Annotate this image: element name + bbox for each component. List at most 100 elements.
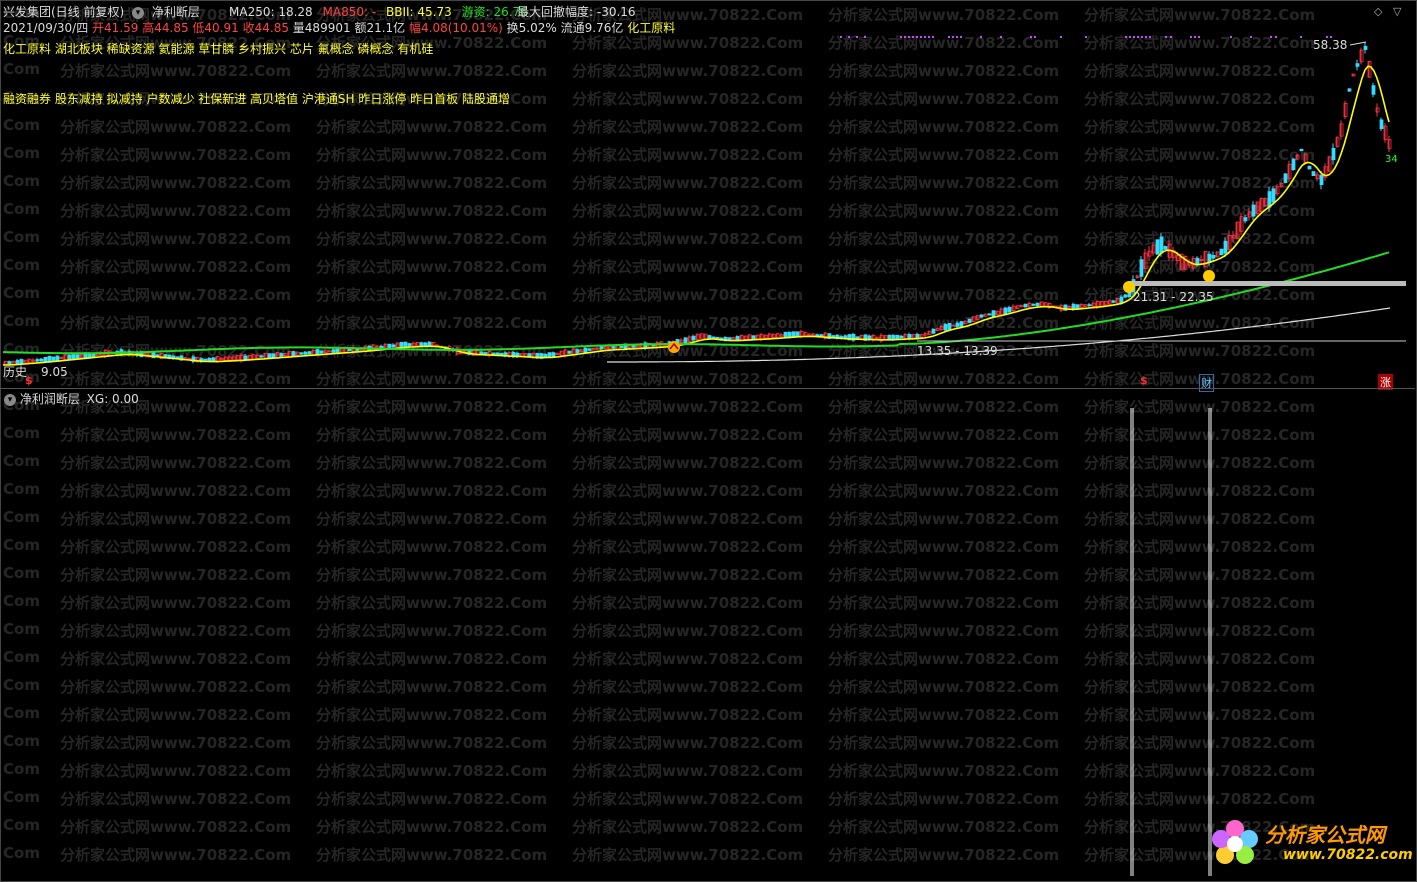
header-row: 兴发集团(日线 前复权) ▾ 净利断层 — [3, 3, 204, 20]
candle-body — [211, 357, 216, 362]
quote-close: 收44.85 — [242, 21, 289, 35]
signal-dot — [920, 36, 922, 38]
candle-body — [75, 354, 80, 359]
signal-dot — [1129, 36, 1131, 38]
signal-dot — [848, 36, 850, 38]
dividend-marker-1[interactable]: $ — [25, 374, 33, 387]
signal-dot — [864, 36, 866, 38]
dividend-marker-2[interactable]: $ — [1140, 374, 1148, 387]
range-label-upper: 21.31 - 22.35 — [1133, 290, 1214, 304]
candle-body — [819, 334, 824, 337]
candle-body — [1023, 303, 1028, 308]
candle-body — [691, 335, 696, 341]
signal-dot — [1165, 36, 1167, 38]
signal-dot — [908, 36, 910, 38]
candle-body — [587, 348, 592, 351]
candle-body — [259, 355, 264, 358]
ma850-value: MA850: - — [322, 5, 377, 19]
signal-dot — [856, 36, 858, 38]
signal-dot — [980, 36, 982, 38]
candle-body — [575, 349, 580, 354]
candle-body — [959, 321, 964, 327]
chevron-down-icon[interactable]: ▾ — [132, 6, 145, 19]
main-price-chart[interactable] — [0, 0, 1410, 388]
candle-body — [567, 350, 572, 354]
signal-dot — [1190, 36, 1192, 38]
candle-body — [419, 342, 424, 347]
candle-body — [1311, 171, 1316, 177]
quote-amount: 额21.1亿 — [354, 21, 406, 35]
candle-body — [495, 352, 500, 356]
flower-logo-icon — [1212, 820, 1258, 864]
signal-dot — [952, 36, 954, 38]
signal-dot — [924, 36, 926, 38]
candle-body — [1363, 46, 1368, 50]
sub-indicator-title[interactable]: 净利润断层 — [20, 392, 80, 406]
chevron-down-icon[interactable]: ▾ — [4, 393, 16, 406]
candle-body — [1123, 294, 1128, 298]
candle-body — [39, 358, 44, 362]
range-label-lower: 13.35 - 13.39 — [917, 344, 998, 358]
candle-body — [955, 322, 960, 327]
candle-body — [67, 354, 72, 360]
signal-dot — [1194, 36, 1196, 38]
signal-dot — [1275, 36, 1277, 38]
candle-body — [1291, 158, 1296, 171]
signal-dot — [1137, 36, 1139, 38]
candle-body — [727, 337, 732, 340]
indicator-name[interactable]: 净利断层 — [152, 5, 200, 19]
signal-dot — [1000, 36, 1002, 38]
candle-body — [347, 348, 352, 352]
net-profit-gap-chart[interactable] — [0, 388, 1410, 878]
signal-dot — [1034, 36, 1036, 38]
logo-name: 分析家公式网 — [1265, 823, 1385, 847]
signal-dot — [932, 36, 934, 38]
candle-body — [611, 346, 616, 349]
diamond-icon[interactable]: ◇ — [1374, 5, 1382, 18]
candle-body — [55, 355, 60, 362]
signal-dot — [904, 36, 906, 38]
support-band — [1128, 281, 1406, 286]
candle-body — [583, 347, 588, 353]
signal-dot — [840, 36, 842, 38]
candle-body — [427, 341, 432, 347]
candle-body — [815, 334, 820, 337]
candle-body — [491, 352, 496, 355]
candle-body — [483, 352, 488, 355]
candle-body — [899, 335, 904, 339]
quote-change: 幅4.08(10.01%) — [409, 21, 503, 35]
candle-body — [407, 343, 412, 347]
candle-body — [599, 346, 604, 350]
triangle-down-icon[interactable]: ▽ — [1393, 5, 1401, 18]
candle-body — [1251, 204, 1256, 217]
quote-low: 低40.91 — [192, 21, 239, 35]
signal-dot — [912, 36, 914, 38]
candle-body — [895, 334, 900, 340]
candle-body — [915, 333, 920, 339]
candle-body — [1119, 296, 1124, 304]
sub-header: ▾ 净利润断层 XG: 0.00 — [4, 390, 139, 407]
candle-body — [391, 344, 396, 348]
candle-body — [1219, 248, 1224, 256]
xg-value: XG: 0.00 — [86, 392, 139, 406]
signal-dot — [928, 36, 930, 38]
candle-body — [319, 350, 324, 354]
concept-tags-line1: 化工原料 湖北板块 稀缺资源 氦能源 草甘膦 乡村振兴 芯片 氟概念 磷概念 有… — [3, 42, 434, 56]
candle-body — [1159, 236, 1164, 254]
candle-body — [1331, 147, 1336, 161]
site-logo: 分析家公式网 www.70822.com — [1205, 815, 1413, 870]
candle-body — [43, 357, 48, 363]
candle-body — [1087, 304, 1092, 307]
candle-body — [1007, 307, 1012, 313]
quote-volume: 量489901 — [292, 21, 351, 35]
signal-dot — [956, 36, 958, 38]
candle-body — [1355, 63, 1360, 67]
smiley-icon — [1203, 270, 1215, 282]
stock-title[interactable]: 兴发集团(日线 前复权) — [3, 5, 124, 19]
candle-body — [203, 358, 208, 361]
candle-body — [299, 352, 304, 355]
peak-pointer — [1349, 41, 1367, 46]
candle-body — [551, 352, 556, 357]
signal-dot — [1300, 36, 1302, 38]
candle-body — [71, 354, 76, 360]
